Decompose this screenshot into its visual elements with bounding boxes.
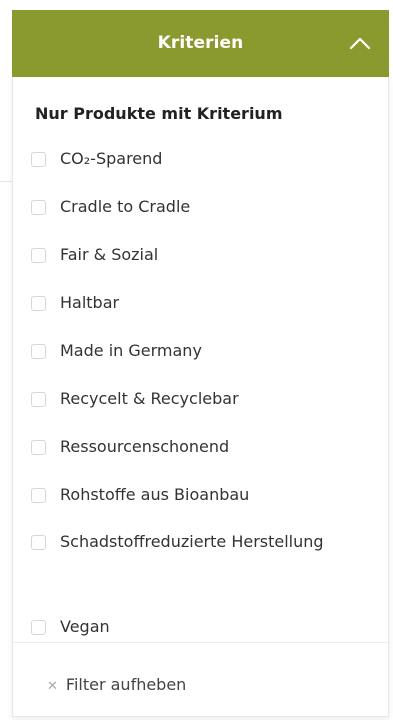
checkbox[interactable] — [31, 296, 46, 311]
option-label: Haltbar — [60, 293, 120, 312]
checkbox[interactable] — [31, 535, 46, 550]
panel-title: Nur Produkte mit Kriterium — [35, 104, 283, 123]
clear-filter-button[interactable]: ✕ Filter aufheben — [47, 675, 186, 694]
checkbox[interactable] — [31, 488, 46, 503]
divider — [13, 642, 388, 643]
checkbox[interactable] — [31, 344, 46, 359]
checkbox[interactable] — [31, 152, 46, 167]
checkbox[interactable] — [31, 620, 46, 635]
option-label: CO₂-Sparend — [60, 149, 163, 168]
chevron-up-icon — [349, 37, 371, 50]
option-label: Fair & Sozial — [60, 245, 159, 264]
option-label: Made in Germany — [60, 341, 202, 360]
checkbox[interactable] — [31, 440, 46, 455]
clear-filter-label: Filter aufheben — [65, 675, 187, 694]
criteria-toggle-label: Kriterien — [157, 33, 244, 53]
option-label: Rohstoffe aus Bioanbau — [60, 485, 250, 504]
background-divider — [0, 181, 12, 182]
option-label: Ressourcenschonend — [60, 437, 230, 456]
checkbox[interactable] — [31, 200, 46, 215]
checkbox[interactable] — [31, 248, 46, 263]
criteria-dropdown-panel: Nur Produkte mit Kriterium CO₂-Sparend C… — [12, 77, 389, 717]
page: Kriterien Nur Produkte mit Kriterium CO₂… — [0, 0, 393, 720]
criteria-toggle-button[interactable]: Kriterien — [12, 10, 389, 77]
option-label: Cradle to Cradle — [60, 197, 191, 216]
option-label: Schadstoffreduzierte Herstellung — [60, 532, 324, 551]
close-icon: ✕ — [47, 679, 58, 694]
checkbox[interactable] — [31, 392, 46, 407]
option-label: Vegan — [60, 617, 110, 636]
option-label: Recycelt & Recyclebar — [60, 389, 239, 408]
